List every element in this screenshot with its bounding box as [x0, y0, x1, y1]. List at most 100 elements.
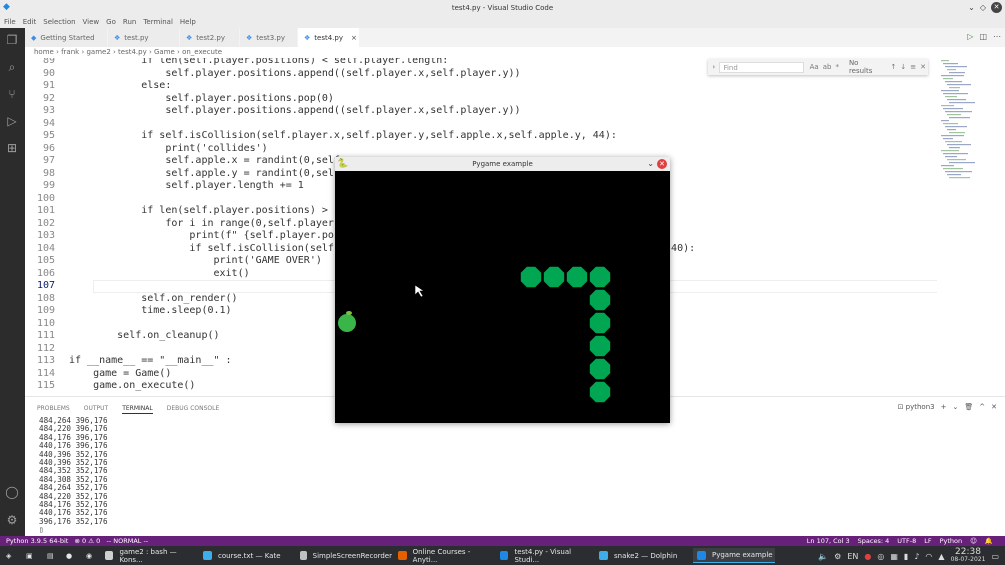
- task-vscode[interactable]: test4.py - Visual Studi...: [496, 548, 593, 564]
- menu-view[interactable]: View: [83, 18, 100, 26]
- source-control-icon[interactable]: ⑂: [5, 87, 19, 101]
- code-line[interactable]: 91 else:: [25, 80, 937, 93]
- code-line[interactable]: 92 self.player.positions.pop(0): [25, 93, 937, 106]
- breadcrumb[interactable]: home › frank › game2 › test4.py › Game ›…: [25, 47, 1005, 58]
- python-interpreter[interactable]: Python 3.9.5 64-bit: [6, 537, 68, 545]
- more-actions-icon[interactable]: ⋯: [993, 32, 1001, 41]
- maximize-icon[interactable]: ◇: [980, 3, 986, 12]
- tab-output[interactable]: OUTPUT: [84, 405, 108, 414]
- pager-icon[interactable]: ▣: [22, 548, 40, 563]
- task-pygame[interactable]: Pygame example: [693, 548, 775, 563]
- chevron-right-icon[interactable]: ›: [708, 63, 719, 71]
- task-dolphin[interactable]: snake2 — Dolphin: [595, 548, 691, 563]
- menu-run[interactable]: Run: [123, 18, 136, 26]
- find-in-selection-icon[interactable]: ≡: [910, 63, 916, 71]
- line-number: 91: [42, 80, 55, 91]
- code-line[interactable]: 94: [25, 118, 937, 131]
- task-kate[interactable]: course.txt — Kate: [199, 548, 294, 563]
- maximize-panel-icon[interactable]: ^: [979, 403, 985, 411]
- menu-terminal[interactable]: Terminal: [143, 18, 173, 26]
- indentation[interactable]: Spaces: 4: [858, 536, 890, 546]
- explorer-icon[interactable]: ❐: [5, 33, 19, 47]
- close-icon[interactable]: ✕: [657, 159, 667, 169]
- extensions-icon[interactable]: ⊞: [5, 141, 19, 155]
- show-desktop-icon[interactable]: ▭: [991, 552, 999, 561]
- tab-close-icon[interactable]: ×: [351, 34, 357, 42]
- close-icon[interactable]: ✕: [991, 2, 1002, 13]
- problems-count[interactable]: ⊗ 0 ⚠ 0: [75, 537, 101, 545]
- firefox-icon[interactable]: ●: [62, 548, 80, 563]
- split-editor-icon[interactable]: ◫: [979, 32, 987, 41]
- chevron-down-icon[interactable]: ⌄: [952, 403, 958, 411]
- minimap[interactable]: [937, 58, 1005, 188]
- volume-icon[interactable]: 🔈: [818, 552, 828, 561]
- line-ending[interactable]: LF: [924, 536, 931, 546]
- menu-file[interactable]: File: [4, 18, 16, 26]
- menu-selection[interactable]: Selection: [43, 18, 75, 26]
- audio-icon[interactable]: ♪: [914, 552, 919, 561]
- account-icon[interactable]: ◯: [5, 485, 19, 499]
- record-icon[interactable]: ●: [864, 552, 871, 561]
- app-launcher-icon[interactable]: ◈: [2, 548, 20, 563]
- task-konsole[interactable]: game2 : bash — Kons...: [101, 548, 197, 564]
- code-line[interactable]: 95 if self.isCollision(self.player.x,sel…: [25, 130, 937, 143]
- network-icon[interactable]: ◠: [925, 552, 932, 561]
- language-mode[interactable]: Python: [940, 536, 963, 546]
- minimize-icon[interactable]: ⌄: [968, 3, 975, 12]
- gear-icon[interactable]: ⚙: [834, 552, 841, 561]
- tab-test-py[interactable]: ❖ test.py: [108, 28, 180, 47]
- feedback-icon[interactable]: ☺: [970, 536, 977, 546]
- terminal-shell-selector[interactable]: ⊡ python3: [898, 403, 935, 411]
- code-line[interactable]: 96 print('collides'): [25, 143, 937, 156]
- task-firefox[interactable]: Online Courses - Anyti...: [394, 548, 494, 564]
- match-case-toggle[interactable]: Aa: [810, 63, 819, 71]
- add-terminal-icon[interactable]: +: [941, 403, 947, 411]
- run-icon[interactable]: ▷: [967, 32, 973, 41]
- bell-icon[interactable]: 🔔: [985, 536, 993, 546]
- tab-test4-py[interactable]: ❖ test4.py ×: [298, 28, 360, 47]
- menu-edit[interactable]: Edit: [23, 18, 37, 26]
- kill-terminal-icon[interactable]: 🗑: [964, 403, 973, 411]
- search-icon[interactable]: ⌕: [5, 60, 19, 74]
- snake-segment: [589, 312, 611, 334]
- run-debug-icon[interactable]: ▷: [5, 114, 19, 128]
- regex-toggle[interactable]: *: [835, 63, 839, 71]
- python-icon: ❖: [114, 33, 121, 42]
- arrow-up-icon[interactable]: ↑: [891, 63, 897, 71]
- keyboard-layout[interactable]: EN: [847, 552, 858, 561]
- cursor-position[interactable]: Ln 107, Col 3: [807, 536, 850, 546]
- game-canvas[interactable]: [335, 171, 670, 423]
- tray-expand-icon[interactable]: ▲: [938, 552, 944, 561]
- tab-test2-py[interactable]: ❖ test2.py: [180, 28, 240, 47]
- dolphin-icon[interactable]: ▤: [43, 548, 61, 563]
- system-tray: 🔈 ⚙ EN ● ◎ ▦ ▮ ♪ ◠ ▲ 22:38 08-07-2021 ▭: [818, 548, 999, 564]
- task-screen-recorder[interactable]: SimpleScreenRecorder: [296, 548, 392, 563]
- close-find-icon[interactable]: ✕: [920, 63, 926, 71]
- code-line[interactable]: 93 self.player.positions.append((self.pl…: [25, 105, 937, 118]
- steam-icon[interactable]: ◎: [877, 552, 884, 561]
- tab-test3-py[interactable]: ❖ test3.py: [240, 28, 298, 47]
- line-number: 104: [36, 242, 55, 254]
- encoding[interactable]: UTF-8: [897, 536, 916, 546]
- arrow-down-icon[interactable]: ↓: [900, 63, 906, 71]
- usb-icon[interactable]: ▮: [904, 552, 908, 561]
- whole-word-toggle[interactable]: ab: [823, 63, 832, 71]
- menu-help[interactable]: Help: [180, 18, 196, 26]
- minimize-icon[interactable]: ⌄: [647, 157, 654, 171]
- panel-toolbar: ⊡ python3 + ⌄ 🗑 ^ ✕: [898, 403, 997, 411]
- vscode-icon: ◆: [31, 33, 37, 42]
- tab-terminal[interactable]: TERMINAL: [122, 405, 153, 414]
- tab-debug-console[interactable]: DEBUG CONSOLE: [167, 405, 220, 414]
- gear-icon[interactable]: ⚙: [5, 513, 19, 527]
- find-input[interactable]: Find: [719, 61, 804, 73]
- tab-problems[interactable]: PROBLEMS: [37, 405, 70, 414]
- pygame-window[interactable]: 🐍 Pygame example ⌄ ✕: [335, 157, 670, 423]
- terminal-output[interactable]: 484,264 396,176 484,220 396,176 484,176 39…: [39, 416, 108, 535]
- line-number: 93: [42, 105, 55, 116]
- close-panel-icon[interactable]: ✕: [991, 403, 997, 411]
- clipboard-icon[interactable]: ▦: [890, 552, 898, 561]
- clock[interactable]: 22:38 08-07-2021: [951, 548, 986, 564]
- menu-go[interactable]: Go: [106, 18, 116, 26]
- settings-icon[interactable]: ◉: [82, 548, 100, 563]
- tab-getting-started[interactable]: ◆ Getting Started: [25, 28, 108, 47]
